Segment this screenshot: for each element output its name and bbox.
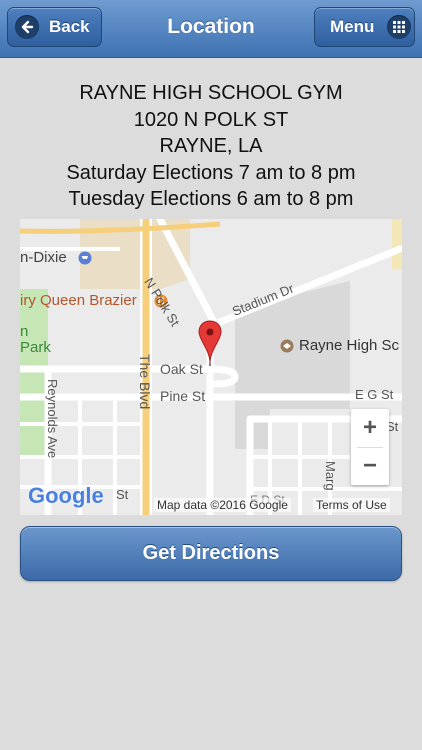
zoom-in-button[interactable]: +	[351, 409, 389, 447]
location-name: RAYNE HIGH SCHOOL GYM	[79, 82, 343, 104]
map-label-eg: E G St	[355, 387, 394, 402]
menu-label: Menu	[330, 17, 375, 36]
location-street: 1020 N POLK ST	[133, 108, 289, 131]
location-pin-icon[interactable]	[197, 319, 223, 367]
map-label-restaurant: iry Queen Brazier	[20, 292, 137, 309]
saturday-hours: Saturday Elections 7 am to 8 pm	[66, 161, 356, 184]
app-screen: Back Location Menu RAYNE HIGH SCHOOL GYM…	[0, 0, 422, 750]
map-label-blvd: The Blvd	[137, 354, 153, 410]
map-label-st-bottom: St	[116, 487, 129, 502]
tuesday-hours: Tuesday Elections 6 am to 8 pm	[68, 188, 354, 210]
map-label-park-line2: Park	[20, 339, 51, 356]
zoom-out-button[interactable]: −	[351, 447, 389, 485]
location-city: RAYNE, LA	[159, 135, 263, 157]
map-label-oak: Oak St	[160, 361, 203, 377]
zoom-divider	[357, 447, 383, 448]
map-label-school: Rayne High Sc	[299, 337, 400, 354]
location-details: RAYNE HIGH SCHOOL GYM 1020 N POLK ST RAY…	[0, 80, 422, 213]
map-label-park-line1: n	[20, 323, 29, 340]
map-view[interactable]: n-Dixie iry Queen Brazier n Park N Polk …	[20, 219, 402, 515]
menu-button[interactable]: Menu	[314, 7, 415, 47]
google-logo: Google	[28, 483, 104, 508]
map-label-reynolds: Reynolds Ave	[45, 379, 60, 459]
terms-of-use-link[interactable]: Terms of Use	[313, 498, 390, 512]
zoom-controls: + −	[351, 409, 389, 485]
header-bar: Back Location Menu	[0, 0, 422, 58]
map-label-pine: Pine St	[160, 388, 206, 404]
map-label-store: n-Dixie	[20, 249, 67, 266]
get-directions-button[interactable]: Get Directions	[20, 526, 402, 581]
map-label-marg: Marg	[323, 461, 338, 491]
cart-icon	[78, 251, 92, 265]
grid-icon	[387, 15, 412, 39]
map-attribution: Map data ©2016 Google	[154, 498, 291, 512]
school-icon	[280, 339, 294, 353]
